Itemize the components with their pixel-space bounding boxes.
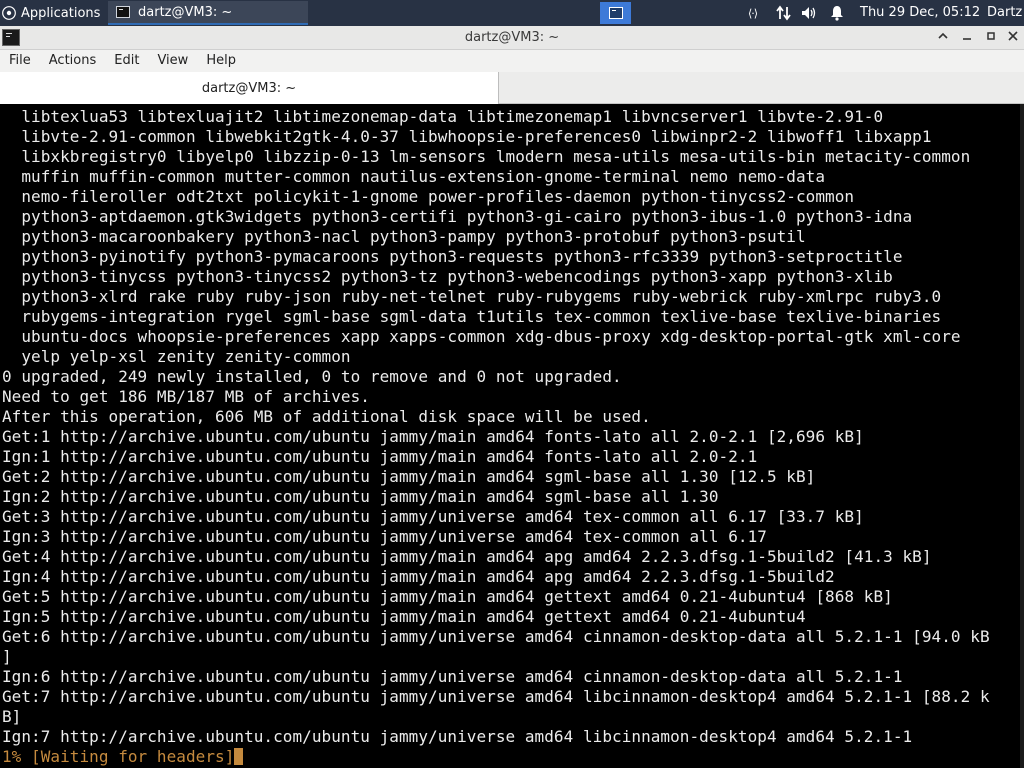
transfer-icon[interactable] xyxy=(776,0,792,26)
menu-edit[interactable]: Edit xyxy=(105,50,148,72)
terminal-line: Get:2 http://archive.ubuntu.com/ubuntu j… xyxy=(2,467,816,486)
terminal-output[interactable]: libtexlua53 libtexluajit2 libtimezonemap… xyxy=(0,104,1024,768)
terminal-line: Get:3 http://archive.ubuntu.com/ubuntu j… xyxy=(2,507,864,526)
terminal-line: libtexlua53 libtexluajit2 libtimezonemap… xyxy=(2,107,884,126)
menu-actions[interactable]: Actions xyxy=(40,50,106,72)
menu-help[interactable]: Help xyxy=(197,50,245,72)
top-panel: Applications dartz@VM3: ~ ⟨·⟩ Thu 29 Dec… xyxy=(0,0,1024,26)
maximize-icon xyxy=(987,32,995,40)
chevron-up-icon xyxy=(938,32,948,39)
terminal-line: nemo-fileroller odt2txt policykit-1-gnom… xyxy=(2,187,855,206)
terminal-line: B] xyxy=(2,707,22,726)
workspace-terminal-icon xyxy=(608,7,623,19)
clock[interactable]: Thu 29 Dec, 05:12 xyxy=(860,0,980,26)
terminal-line: Get:4 http://archive.ubuntu.com/ubuntu j… xyxy=(2,547,932,566)
volume-icon[interactable] xyxy=(801,0,817,26)
menu-file[interactable]: File xyxy=(0,50,40,72)
terminal-line: Ign:1 http://archive.ubuntu.com/ubuntu j… xyxy=(2,447,758,466)
terminal-line: Get:1 http://archive.ubuntu.com/ubuntu j… xyxy=(2,427,864,446)
taskbar-window-label: dartz@VM3: ~ xyxy=(138,4,233,20)
terminal-line: Need to get 186 MB/187 MB of archives. xyxy=(2,387,370,406)
window-titlebar[interactable]: dartz@VM3: ~ xyxy=(0,26,1024,50)
window-maximize-button[interactable] xyxy=(982,29,1000,47)
terminal-line: ubuntu-docs whoopsie-preferences xapp xa… xyxy=(2,327,961,346)
terminal-line: python3-tinycss python3-tinycss2 python3… xyxy=(2,267,893,286)
terminal-line: Get:5 http://archive.ubuntu.com/ubuntu j… xyxy=(2,587,893,606)
terminal-icon xyxy=(116,6,130,18)
terminal-line: Ign:2 http://archive.ubuntu.com/ubuntu j… xyxy=(2,487,719,506)
window-close-button[interactable] xyxy=(1004,29,1022,47)
terminal-line: Get:6 http://archive.ubuntu.com/ubuntu j… xyxy=(2,627,990,646)
applications-menu-button[interactable]: Applications xyxy=(0,0,106,26)
terminal-cursor xyxy=(234,748,244,765)
terminal-line: python3-pyinotify python3-pymacaroons py… xyxy=(2,247,903,266)
network-glyph: ⟨·⟩ xyxy=(748,6,758,20)
minimize-icon xyxy=(963,38,971,40)
tab-bar: dartz@VM3: ~ xyxy=(0,72,1024,104)
terminal-line: muffin muffin-common mutter-common nauti… xyxy=(2,167,826,186)
terminal-line: python3-macaroonbakery python3-nacl pyth… xyxy=(2,227,806,246)
bell-icon xyxy=(831,6,843,21)
terminal-line: libvte-2.91-common libwebkit2gtk-4.0-37 … xyxy=(2,127,932,146)
window-minimize-button[interactable] xyxy=(958,29,976,47)
terminal-scrollbar[interactable] xyxy=(1020,104,1024,768)
notifications-icon[interactable] xyxy=(829,0,845,26)
network-icon[interactable]: ⟨·⟩ xyxy=(748,0,758,26)
progress-status-text: 1% [Waiting for headers] xyxy=(2,747,235,766)
terminal-line: Ign:4 http://archive.ubuntu.com/ubuntu j… xyxy=(2,567,835,586)
terminal-line: python3-aptdaemon.gtk3widgets python3-ce… xyxy=(2,207,913,226)
window-title: dartz@VM3: ~ xyxy=(464,30,560,45)
user-menu[interactable]: Dartz xyxy=(987,0,1022,26)
terminal-line: 0 upgraded, 249 newly installed, 0 to re… xyxy=(2,367,622,386)
terminal-status-line: 1% [Waiting for headers] xyxy=(2,747,990,767)
terminal-line: Ign:5 http://archive.ubuntu.com/ubuntu j… xyxy=(2,607,806,626)
window-terminal-icon[interactable] xyxy=(2,29,20,46)
terminal-line: Ign:3 http://archive.ubuntu.com/ubuntu j… xyxy=(2,527,767,546)
terminal-line: After this operation, 606 MB of addition… xyxy=(2,407,651,426)
terminal-line: rubygems-integration rygel sgml-base sgm… xyxy=(2,307,942,326)
terminal-text: libtexlua53 libtexluajit2 libtimezonemap… xyxy=(2,107,990,767)
terminal-line: Ign:6 http://archive.ubuntu.com/ubuntu j… xyxy=(2,667,903,686)
updown-arrows-icon xyxy=(776,5,791,21)
menu-view[interactable]: View xyxy=(148,50,197,72)
tab-terminal[interactable]: dartz@VM3: ~ xyxy=(0,72,499,104)
menubar: File Actions Edit View Help xyxy=(0,50,1024,72)
applications-logo-icon xyxy=(2,6,16,20)
terminal-line: ] xyxy=(2,647,12,666)
terminal-line: python3-xlrd rake ruby ruby-json ruby-ne… xyxy=(2,287,942,306)
terminal-line: yelp yelp-xsl zenity zenity-common xyxy=(2,347,351,366)
window-shade-button[interactable] xyxy=(934,29,952,47)
terminal-line: libxkbregistry0 libyelp0 libzzip-0-13 lm… xyxy=(2,147,971,166)
taskbar-window-button[interactable]: dartz@VM3: ~ xyxy=(108,1,308,25)
speaker-icon xyxy=(802,7,816,19)
close-icon xyxy=(1008,31,1018,41)
applications-label: Applications xyxy=(21,5,101,21)
workspace-switcher[interactable] xyxy=(600,2,631,24)
terminal-line: Ign:7 http://archive.ubuntu.com/ubuntu j… xyxy=(2,727,913,746)
terminal-line: Get:7 http://archive.ubuntu.com/ubuntu j… xyxy=(2,687,990,706)
